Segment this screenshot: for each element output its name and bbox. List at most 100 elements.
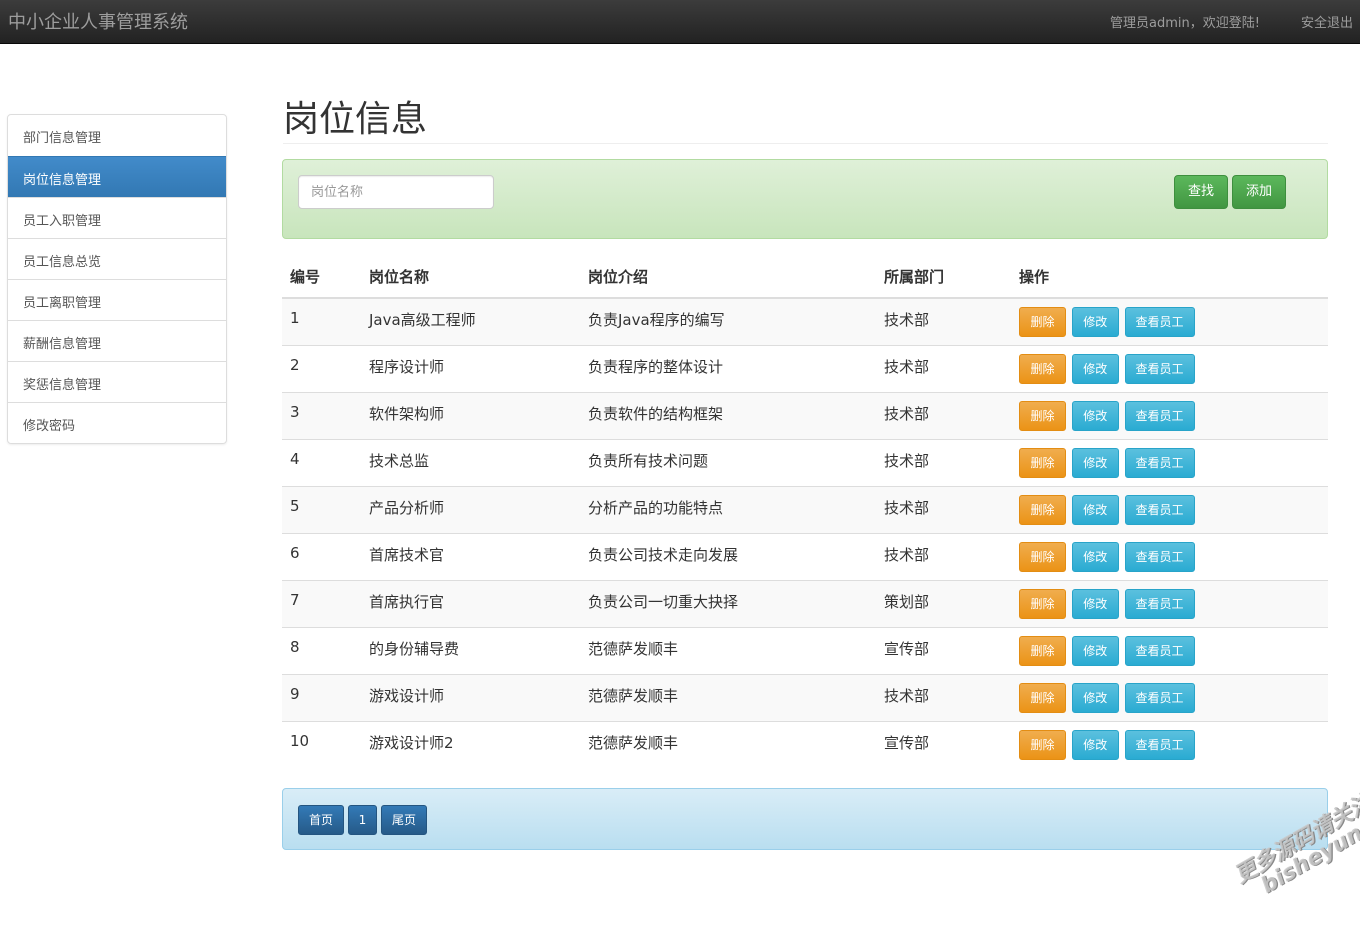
cell-actions: 删除 修改 查看员工: [1011, 485, 1328, 533]
cell-name: 游戏设计师2: [361, 720, 580, 768]
last-page-button[interactable]: 尾页: [381, 805, 427, 835]
cell-description: 负责软件的结构框架: [580, 391, 876, 439]
cell-department: 策划部: [876, 579, 1011, 627]
cell-description: 负责公司一切重大抉择: [580, 579, 876, 627]
view-employees-button[interactable]: 查看员工: [1124, 682, 1195, 713]
cell-id: 8: [282, 626, 361, 674]
user-greeting: 管理员admin，欢迎登陆!: [1110, 16, 1260, 31]
cell-description: 范德萨发顺丰: [580, 720, 876, 768]
app-brand[interactable]: 中小企业人事管理系统: [8, 8, 188, 34]
edit-button[interactable]: 修改: [1071, 447, 1119, 478]
cell-department: 技术部: [876, 391, 1011, 439]
cell-department: 技术部: [876, 297, 1011, 345]
edit-button[interactable]: 修改: [1071, 494, 1119, 525]
logout-link[interactable]: 安全退出: [1301, 12, 1353, 31]
delete-button[interactable]: 删除: [1019, 400, 1066, 431]
header-name: 岗位名称: [361, 255, 580, 299]
delete-button[interactable]: 删除: [1019, 588, 1066, 619]
header-department: 所属部门: [876, 255, 1011, 299]
edit-button[interactable]: 修改: [1071, 307, 1119, 337]
cell-name: 产品分析师: [361, 485, 580, 533]
table-row: 9 游戏设计师 范德萨发顺丰 技术部 删除 修改 查看员工: [282, 673, 1328, 721]
first-page-button[interactable]: 首页: [298, 805, 344, 835]
edit-button[interactable]: 修改: [1071, 588, 1119, 619]
cell-description: 范德萨发顺丰: [580, 626, 876, 674]
delete-button[interactable]: 删除: [1019, 541, 1066, 572]
table-row: 5 产品分析师 分析产品的功能特点 技术部 删除 修改 查看员工: [282, 485, 1328, 533]
cell-department: 技术部: [876, 673, 1011, 721]
cell-description: 范德萨发顺丰: [580, 673, 876, 721]
cell-id: 6: [282, 532, 361, 580]
table-row: 1 Java高级工程师 负责Java程序的编写 技术部 删除 修改 查看员工: [282, 297, 1328, 345]
position-name-input[interactable]: [298, 175, 494, 209]
table-row: 7 首席执行官 负责公司一切重大抉择 策划部 删除 修改 查看员工: [282, 579, 1328, 627]
edit-button[interactable]: 修改: [1071, 541, 1119, 572]
table-row: 10 游戏设计师2 范德萨发顺丰 宣传部 删除 修改 查看员工: [282, 720, 1328, 768]
cell-id: 9: [282, 673, 361, 721]
add-button[interactable]: 添加: [1232, 175, 1286, 209]
cell-actions: 删除 修改 查看员工: [1011, 532, 1328, 580]
delete-button[interactable]: 删除: [1019, 447, 1066, 478]
delete-button[interactable]: 删除: [1019, 635, 1066, 666]
delete-button[interactable]: 删除: [1019, 353, 1066, 384]
table-header-row: 编号 岗位名称 岗位介绍 所属部门 操作: [282, 255, 1328, 299]
delete-button[interactable]: 删除: [1019, 682, 1066, 713]
cell-name: 首席执行官: [361, 579, 580, 627]
cell-description: 负责Java程序的编写: [580, 297, 876, 345]
table-row: 4 技术总监 负责所有技术问题 技术部 删除 修改 查看员工: [282, 438, 1328, 486]
sidebar-item-change-password[interactable]: 修改密码: [8, 402, 226, 443]
header-description: 岗位介绍: [580, 255, 876, 299]
sidebar-item-employee-overview[interactable]: 员工信息总览: [8, 238, 226, 279]
delete-button[interactable]: 删除: [1019, 729, 1066, 760]
sidebar-menu: 部门信息管理 岗位信息管理 员工入职管理 员工信息总览 员工离职管理 薪酬信息管…: [7, 114, 227, 444]
edit-button[interactable]: 修改: [1071, 353, 1119, 384]
view-employees-button[interactable]: 查看员工: [1124, 588, 1195, 619]
sidebar-item-department[interactable]: 部门信息管理: [8, 115, 226, 156]
cell-id: 2: [282, 344, 361, 392]
cell-department: 技术部: [876, 532, 1011, 580]
top-navbar: 中小企业人事管理系统 管理员admin，欢迎登陆! 安全退出: [0, 0, 1360, 44]
cell-actions: 删除 修改 查看员工: [1011, 720, 1328, 768]
cell-description: 负责所有技术问题: [580, 438, 876, 486]
edit-button[interactable]: 修改: [1071, 635, 1119, 666]
table-row: 2 程序设计师 负责程序的整体设计 技术部 删除 修改 查看员工: [282, 344, 1328, 392]
sidebar-item-resignation[interactable]: 员工离职管理: [8, 279, 226, 320]
cell-department: 宣传部: [876, 626, 1011, 674]
cell-description: 负责公司技术走向发展: [580, 532, 876, 580]
delete-button[interactable]: 删除: [1019, 494, 1066, 525]
cell-name: 首席技术官: [361, 532, 580, 580]
cell-id: 7: [282, 579, 361, 627]
sidebar-item-salary[interactable]: 薪酬信息管理: [8, 320, 226, 361]
cell-name: 软件架构师: [361, 391, 580, 439]
edit-button[interactable]: 修改: [1071, 682, 1119, 713]
cell-department: 技术部: [876, 438, 1011, 486]
view-employees-button[interactable]: 查看员工: [1124, 353, 1195, 384]
cell-actions: 删除 修改 查看员工: [1011, 391, 1328, 439]
view-employees-button[interactable]: 查看员工: [1124, 494, 1195, 525]
view-employees-button[interactable]: 查看员工: [1124, 400, 1195, 431]
cell-description: 负责程序的整体设计: [580, 344, 876, 392]
cell-name: 技术总监: [361, 438, 580, 486]
cell-id: 3: [282, 391, 361, 439]
sidebar-item-rewards[interactable]: 奖惩信息管理: [8, 361, 226, 402]
sidebar-item-position[interactable]: 岗位信息管理: [8, 156, 226, 197]
page-1-button[interactable]: 1: [348, 805, 377, 835]
delete-button[interactable]: 删除: [1019, 307, 1066, 337]
position-table: 编号 岗位名称 岗位介绍 所属部门 操作 1 Java高级工程师 负责Java程序的…: [282, 255, 1328, 768]
cell-actions: 删除 修改 查看员工: [1011, 579, 1328, 627]
view-employees-button[interactable]: 查看员工: [1124, 635, 1195, 666]
cell-id: 1: [282, 297, 361, 345]
view-employees-button[interactable]: 查看员工: [1124, 729, 1195, 760]
cell-name: 游戏设计师: [361, 673, 580, 721]
cell-id: 10: [282, 720, 361, 768]
find-button[interactable]: 查找: [1174, 175, 1228, 209]
view-employees-button[interactable]: 查看员工: [1124, 307, 1195, 337]
edit-button[interactable]: 修改: [1071, 400, 1119, 431]
cell-actions: 删除 修改 查看员工: [1011, 673, 1328, 721]
edit-button[interactable]: 修改: [1071, 729, 1119, 760]
sidebar-item-onboarding[interactable]: 员工入职管理: [8, 197, 226, 238]
view-employees-button[interactable]: 查看员工: [1124, 447, 1195, 478]
cell-actions: 删除 修改 查看员工: [1011, 626, 1328, 674]
table-row: 6 首席技术官 负责公司技术走向发展 技术部 删除 修改 查看员工: [282, 532, 1328, 580]
view-employees-button[interactable]: 查看员工: [1124, 541, 1195, 572]
